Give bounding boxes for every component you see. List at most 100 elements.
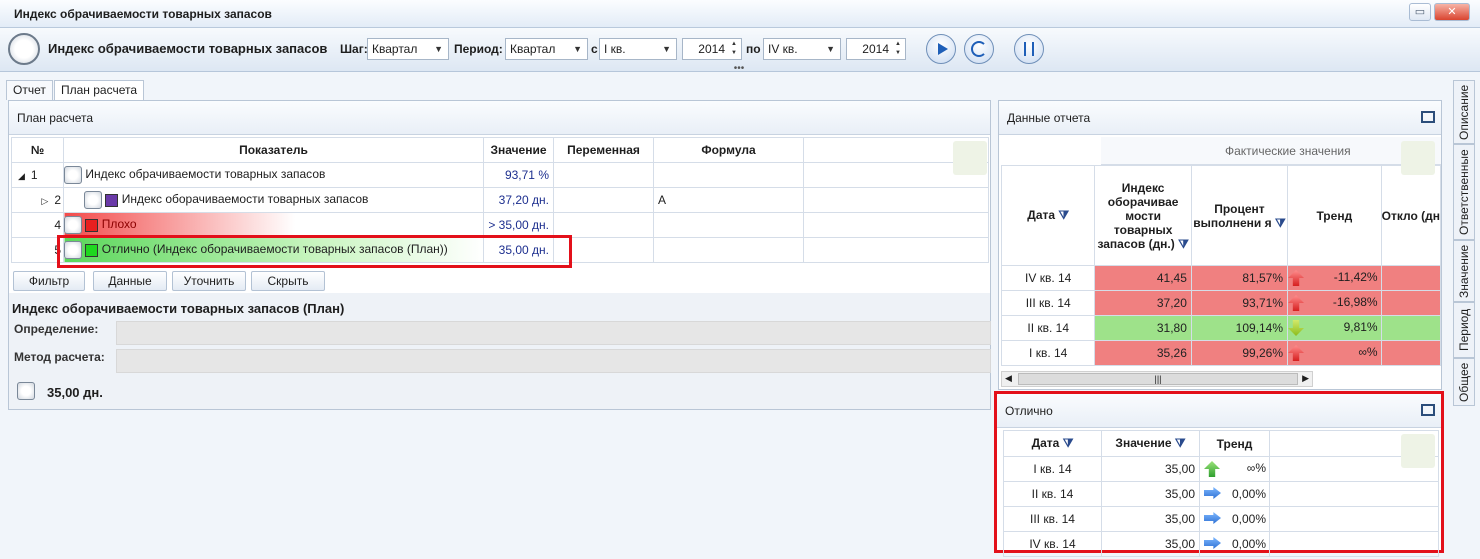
play-icon	[938, 43, 948, 55]
trend-up-icon	[1288, 345, 1305, 361]
definition-field[interactable]	[116, 321, 991, 345]
col-formula[interactable]: Формула	[653, 137, 804, 163]
plan-panel-header: План расчета	[9, 101, 990, 135]
refresh-button[interactable]	[964, 34, 994, 64]
tab-report[interactable]: Отчет	[6, 80, 53, 100]
window-title: Индекс обрачиваемости товарных запасов	[14, 7, 272, 21]
chevron-down-icon: ▼	[826, 44, 835, 54]
column-chooser-icon[interactable]	[1401, 434, 1435, 468]
table-row[interactable]: I кв. 14 35,00 ∞%	[1003, 456, 1439, 482]
splitter-handle[interactable]: •••	[714, 64, 764, 74]
row-name: Индекс обрачиваемости товарных запасов	[85, 167, 326, 182]
col-indicator[interactable]: Показатель	[63, 137, 484, 163]
step-label: Шаг:	[340, 42, 368, 56]
excellent-panel-title: Отлично	[1005, 404, 1053, 418]
trend-up-icon	[1204, 461, 1220, 477]
row-value: 37,20 дн.	[483, 187, 554, 213]
report-panel-title: Данные отчета	[1007, 111, 1091, 125]
col-variable[interactable]: Переменная	[553, 137, 654, 163]
table-row[interactable]: II кв. 14 31,80 109,14% 9,81%	[1000, 315, 1442, 341]
maximize-icon[interactable]	[1421, 111, 1435, 123]
refine-button[interactable]: Уточнить	[172, 271, 246, 291]
side-tab-period[interactable]: Период	[1453, 302, 1475, 358]
excellent-table-header: Дата ⧩ Значение ⧩ Тренд	[1003, 430, 1439, 457]
to-label: по	[746, 42, 761, 56]
from-quarter-select[interactable]: I кв. ▼	[599, 38, 677, 60]
side-tab-value[interactable]: Значение	[1453, 240, 1475, 302]
report-panel: Данные отчета Фактические значения Дата …	[998, 100, 1442, 390]
method-label: Метод расчета:	[14, 350, 105, 364]
to-year-spinner[interactable]: 2014 ▲ ▼	[846, 38, 906, 60]
toolbar-title: Индекс обрачиваемости товарных запасов	[48, 41, 328, 56]
spinner-arrows-icon: ▲ ▼	[895, 41, 901, 56]
method-field[interactable]	[116, 349, 991, 373]
col-num[interactable]: №	[11, 137, 64, 163]
period-select[interactable]: Квартал ▼	[505, 38, 588, 60]
excellent-panel-header: Отлично	[997, 394, 1441, 428]
step-select[interactable]: Квартал ▼	[367, 38, 449, 60]
abc-icon	[64, 216, 82, 234]
trend-flat-icon	[1204, 512, 1221, 524]
gauge-icon	[64, 166, 82, 184]
report-table-header: Дата ⧩ Индекс оборачивае мости товарных …	[1000, 165, 1442, 266]
filter-icon: ⧩	[1062, 436, 1074, 450]
table-row[interactable]: II кв. 14 35,00 0,00%	[1003, 481, 1439, 507]
filter-icon: ⧩	[1174, 436, 1186, 450]
trend-up-icon	[1288, 295, 1305, 311]
chevron-down-icon: ▼	[573, 44, 582, 54]
table-row[interactable]: ▷ 2 Индекс оборачиваемости товарных запас…	[11, 187, 989, 213]
restore-icon[interactable]: ▭	[1409, 3, 1431, 21]
row-value: 93,71 %	[483, 162, 554, 188]
toolbar: Индекс обрачиваемости товарных запасов Ш…	[0, 28, 1480, 74]
table-row[interactable]: ◢ 1 Индекс обрачиваемости товарных запасо…	[11, 162, 989, 188]
abc-icon	[17, 382, 35, 400]
table-row[interactable]: III кв. 14 35,00 0,00%	[1003, 506, 1439, 532]
column-chooser-icon[interactable]	[1401, 141, 1435, 175]
tab-plan[interactable]: План расчета	[54, 80, 145, 100]
maximize-icon[interactable]	[1421, 404, 1435, 416]
table-row[interactable]: IV кв. 14 35,00 0,00%	[1003, 531, 1439, 557]
col-value[interactable]: Значение	[483, 137, 554, 163]
table-row[interactable]: 4 Плохо > 35,00 дн.	[11, 212, 989, 238]
side-tab-general[interactable]: Общее	[1453, 358, 1475, 406]
side-tab-responsible[interactable]: Ответственные	[1453, 144, 1475, 240]
filter-icon: ⧩	[1274, 215, 1286, 230]
spinner-arrows-icon: ▲ ▼	[731, 41, 737, 56]
sliders-icon	[1024, 42, 1034, 56]
row-name: Индекс оборачиваемости товарных запасов	[121, 192, 369, 207]
data-button[interactable]: Данные	[93, 271, 167, 291]
scroll-right-icon: ▶	[1302, 373, 1309, 383]
detail-area: Индекс оборачиваемости товарных запасов …	[9, 293, 991, 409]
detail-title: Индекс оборачиваемости товарных запасов …	[12, 301, 345, 316]
table-row[interactable]: IV кв. 14 41,45 81,57% -11,42%	[1000, 265, 1442, 291]
to-quarter-select[interactable]: IV кв. ▼	[763, 38, 841, 60]
scroll-thumb: |||	[1018, 373, 1298, 385]
horizontal-scrollbar[interactable]: ◀ ||| ▶	[1001, 371, 1313, 387]
play-button[interactable]	[926, 34, 956, 64]
filter-button[interactable]: Фильтр	[13, 271, 85, 291]
excellent-panel: Отлично Дата ⧩ Значение ⧩ Тренд I кв. 14…	[994, 391, 1444, 557]
hide-button[interactable]: Скрыть	[251, 271, 325, 291]
table-row[interactable]: I кв. 14 35,26 99,26% ∞%	[1000, 340, 1442, 366]
gauge-icon	[8, 33, 40, 65]
from-label: с	[591, 42, 598, 56]
side-tab-description[interactable]: Описание	[1453, 80, 1475, 144]
trend-down-icon	[1288, 320, 1305, 336]
color-swatch-icon	[85, 218, 99, 232]
definition-label: Определение:	[14, 322, 99, 336]
group-header: Фактические значения	[1101, 137, 1441, 165]
from-year-spinner[interactable]: 2014 ▲ ▼	[682, 38, 742, 60]
trend-up-icon	[1288, 270, 1305, 286]
table-row[interactable]: III кв. 14 37,20 93,71% -16,98%	[1000, 290, 1442, 316]
trend-flat-icon	[1204, 537, 1221, 549]
column-chooser-icon[interactable]	[953, 141, 987, 175]
scroll-left-icon: ◀	[1005, 373, 1012, 383]
row-value: > 35,00 дн.	[483, 212, 554, 238]
excellent-table: Дата ⧩ Значение ⧩ Тренд I кв. 14 35,00 ∞% …	[1003, 430, 1439, 557]
row-name: Плохо	[101, 217, 137, 232]
settings-button[interactable]	[1014, 34, 1044, 64]
chevron-down-icon: ▼	[662, 44, 671, 54]
window-titlebar: Индекс обрачиваемости товарных запасов ▭…	[0, 0, 1480, 28]
close-icon[interactable]: ✕	[1434, 3, 1470, 21]
plan-panel: План расчета № Показатель Значение Перем…	[8, 100, 991, 410]
